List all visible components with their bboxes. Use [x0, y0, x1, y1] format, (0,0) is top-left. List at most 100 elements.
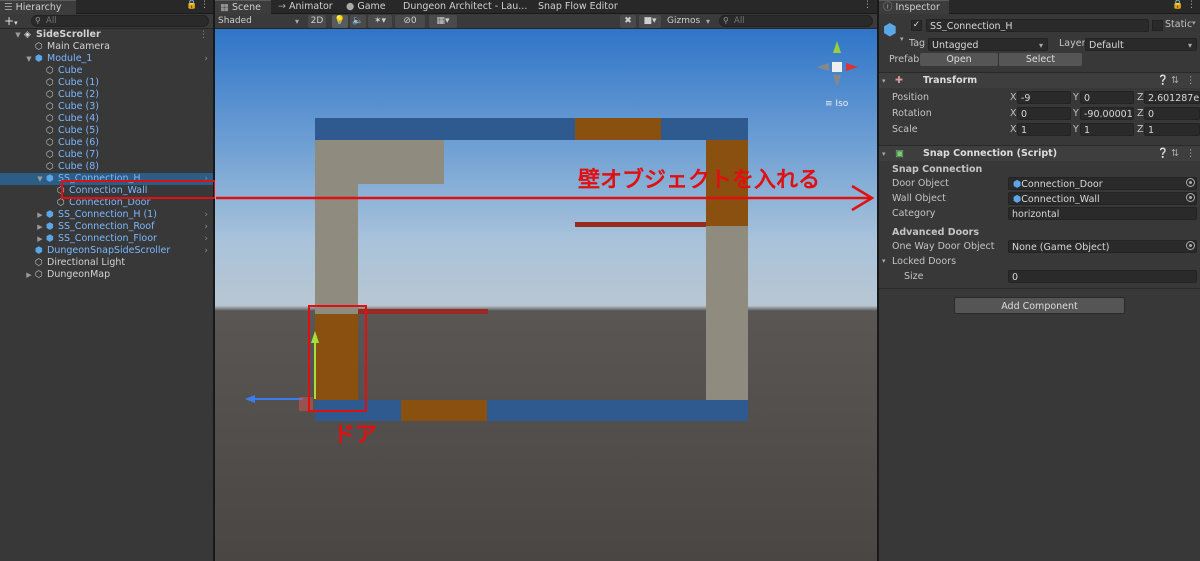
- tab-scene[interactable]: ▦ Scene: [215, 0, 271, 14]
- add-object-button[interactable]: +▾: [4, 14, 18, 30]
- prefab-select-button[interactable]: Select: [998, 53, 1082, 66]
- hierarchy-item[interactable]: ▶ ⬡ DungeonMap: [0, 269, 213, 281]
- object-name-field[interactable]: SS_Connection_H: [926, 19, 1149, 32]
- hierarchy-search-input[interactable]: ⚲ All: [31, 15, 209, 27]
- wall-object-field[interactable]: ⬢Connection_Wall: [1008, 192, 1197, 205]
- open-prefab-chevron-icon[interactable]: ›: [204, 233, 208, 245]
- transform-z-field[interactable]: 0: [1144, 107, 1200, 120]
- axis-y-label[interactable]: Y: [1073, 123, 1079, 136]
- gizmos-dropdown[interactable]: Gizmos: [664, 15, 714, 28]
- hierarchy-item[interactable]: ▼ ⬢ Module_1 ›: [0, 53, 213, 65]
- tab-dungeon-architect[interactable]: Dungeon Architect - Lau...: [403, 0, 527, 14]
- hierarchy-item[interactable]: ⬡ Directional Light: [0, 257, 213, 269]
- open-prefab-chevron-icon[interactable]: ›: [204, 209, 208, 221]
- collapse-arrow-icon[interactable]: ▶: [36, 233, 44, 245]
- projection-label[interactable]: ≡ Iso: [825, 99, 848, 109]
- more-options-icon[interactable]: ⋮: [200, 0, 209, 10]
- snap-fold-icon[interactable]: ▾: [882, 146, 886, 162]
- inspector-more-icon[interactable]: ⋮: [1187, 0, 1196, 10]
- grid-toggle-icon[interactable]: ▦▾: [429, 15, 457, 28]
- axis-z-label[interactable]: Z: [1137, 91, 1144, 104]
- hierarchy-item[interactable]: ⬢ DungeonSnapSideScroller ›: [0, 245, 213, 257]
- transform-header[interactable]: ▾ ✚ Transform ❔ ⇅ ⋮: [879, 72, 1200, 88]
- static-dropdown-icon[interactable]: ▾: [1192, 19, 1196, 27]
- hierarchy-item[interactable]: ▶ ⬢ SS_Connection_Floor ›: [0, 233, 213, 245]
- hierarchy-item[interactable]: ⬡ Cube (2): [0, 89, 213, 101]
- transform-more-icon[interactable]: ⋮: [1186, 73, 1196, 89]
- scene-viewport[interactable]: ≡ Iso 壁オブジェクトを入れる ドア: [215, 29, 877, 561]
- axis-x-label[interactable]: X: [1010, 107, 1017, 120]
- door-object-field[interactable]: ⬢Connection_Door: [1008, 177, 1197, 190]
- size-field[interactable]: 0: [1008, 270, 1197, 283]
- scene-search-input[interactable]: ⚲ All: [719, 15, 873, 27]
- collapse-arrow-icon[interactable]: ▶: [25, 269, 33, 281]
- open-prefab-chevron-icon[interactable]: ›: [204, 53, 208, 65]
- wall-object-picker-icon[interactable]: [1186, 193, 1195, 202]
- expand-arrow-icon[interactable]: ▼: [14, 29, 22, 41]
- hierarchy-item[interactable]: ⬡ Main Camera: [0, 41, 213, 53]
- expand-arrow-icon[interactable]: ▼: [36, 173, 44, 185]
- category-field[interactable]: horizontal: [1008, 207, 1197, 220]
- expand-arrow-icon[interactable]: ▼: [25, 53, 33, 65]
- oneway-picker-icon[interactable]: [1186, 241, 1195, 250]
- icon-dropdown-chevron[interactable]: ▾: [900, 35, 904, 43]
- collapse-arrow-icon[interactable]: ▶: [36, 221, 44, 233]
- axis-y-label[interactable]: Y: [1073, 91, 1079, 104]
- snap-more-icon[interactable]: ⋮: [1186, 146, 1196, 162]
- audio-toggle-icon[interactable]: 🔈: [350, 15, 366, 28]
- help-icon[interactable]: ❔: [1157, 73, 1169, 89]
- open-prefab-chevron-icon[interactable]: ›: [204, 221, 208, 233]
- hierarchy-item[interactable]: ▶ ⬢ SS_Connection_Roof ›: [0, 221, 213, 233]
- tab-inspector[interactable]: ⓘ Inspector: [879, 0, 949, 14]
- hierarchy-item[interactable]: ⬡ Cube (5): [0, 125, 213, 137]
- transform-z-field[interactable]: 1: [1144, 123, 1200, 136]
- layer-dropdown[interactable]: Default: [1085, 38, 1197, 51]
- transform-y-field[interactable]: 0: [1080, 91, 1134, 104]
- locked-doors-row[interactable]: ▾ Locked Doors: [879, 254, 1200, 269]
- hierarchy-item[interactable]: ⬡ Cube (7): [0, 149, 213, 161]
- transform-fold-icon[interactable]: ▾: [882, 73, 886, 89]
- axis-y-label[interactable]: Y: [1073, 107, 1079, 120]
- prefab-open-button[interactable]: Open: [920, 53, 998, 66]
- preset-icon[interactable]: ⇅: [1171, 73, 1179, 89]
- camera-icon[interactable]: ■▾: [639, 15, 661, 28]
- transform-y-field[interactable]: -90.00001: [1080, 107, 1134, 120]
- scene-more-icon[interactable]: ⋮: [863, 0, 872, 10]
- snap-connection-header[interactable]: ▾ ▣ Snap Connection (Script) ❔ ⇅ ⋮: [879, 145, 1200, 161]
- transform-z-field[interactable]: 2.601287e-: [1144, 91, 1200, 104]
- transform-y-field[interactable]: 1: [1080, 123, 1134, 136]
- hierarchy-item[interactable]: ⬡ Cube (6): [0, 137, 213, 149]
- tab-animator[interactable]: → Animator: [278, 0, 340, 14]
- axis-z-label[interactable]: Z: [1137, 107, 1144, 120]
- snap-help-icon[interactable]: ❔: [1157, 146, 1169, 162]
- hidden-objects-toggle[interactable]: ⊘0: [395, 15, 425, 28]
- hierarchy-item[interactable]: ⬡ Cube (3): [0, 101, 213, 113]
- transform-x-field[interactable]: -9: [1017, 91, 1071, 104]
- open-prefab-chevron-icon[interactable]: ›: [204, 245, 208, 257]
- oneway-door-field[interactable]: None (Game Object): [1008, 240, 1197, 253]
- hierarchy-item[interactable]: ⬡ Cube (4): [0, 113, 213, 125]
- active-checkbox[interactable]: ✓: [911, 20, 922, 31]
- effects-toggle-icon[interactable]: ✶▾: [368, 15, 392, 28]
- axis-x-label[interactable]: X: [1010, 91, 1017, 104]
- hierarchy-item[interactable]: ⬡ Cube: [0, 65, 213, 77]
- tab-game[interactable]: ● Game: [346, 0, 394, 14]
- scene-more-options-icon[interactable]: ⋮: [199, 29, 208, 41]
- inspector-lock-icon[interactable]: 🔒: [1172, 0, 1183, 10]
- axis-z-label[interactable]: Z: [1137, 123, 1144, 136]
- tag-dropdown[interactable]: Untagged: [928, 38, 1048, 51]
- hierarchy-item[interactable]: ⬡ Cube (1): [0, 77, 213, 89]
- transform-x-field[interactable]: 0: [1017, 107, 1071, 120]
- orientation-gizmo[interactable]: [817, 41, 858, 87]
- tab-hierarchy[interactable]: ☰ Hierarchy: [0, 0, 76, 14]
- tools-icon[interactable]: ✖: [620, 15, 636, 28]
- add-component-button[interactable]: Add Component: [954, 297, 1125, 314]
- shading-mode-dropdown[interactable]: Shaded: [215, 15, 303, 28]
- locked-fold-icon[interactable]: ▾: [882, 254, 886, 269]
- toggle-2d-button[interactable]: 2D: [308, 15, 326, 28]
- hierarchy-item[interactable]: ▼ ◈ SideScroller ⋮: [0, 29, 213, 41]
- transform-x-field[interactable]: 1: [1017, 123, 1071, 136]
- axis-x-label[interactable]: X: [1010, 123, 1017, 136]
- collapse-arrow-icon[interactable]: ▶: [36, 209, 44, 221]
- snap-preset-icon[interactable]: ⇅: [1171, 146, 1179, 162]
